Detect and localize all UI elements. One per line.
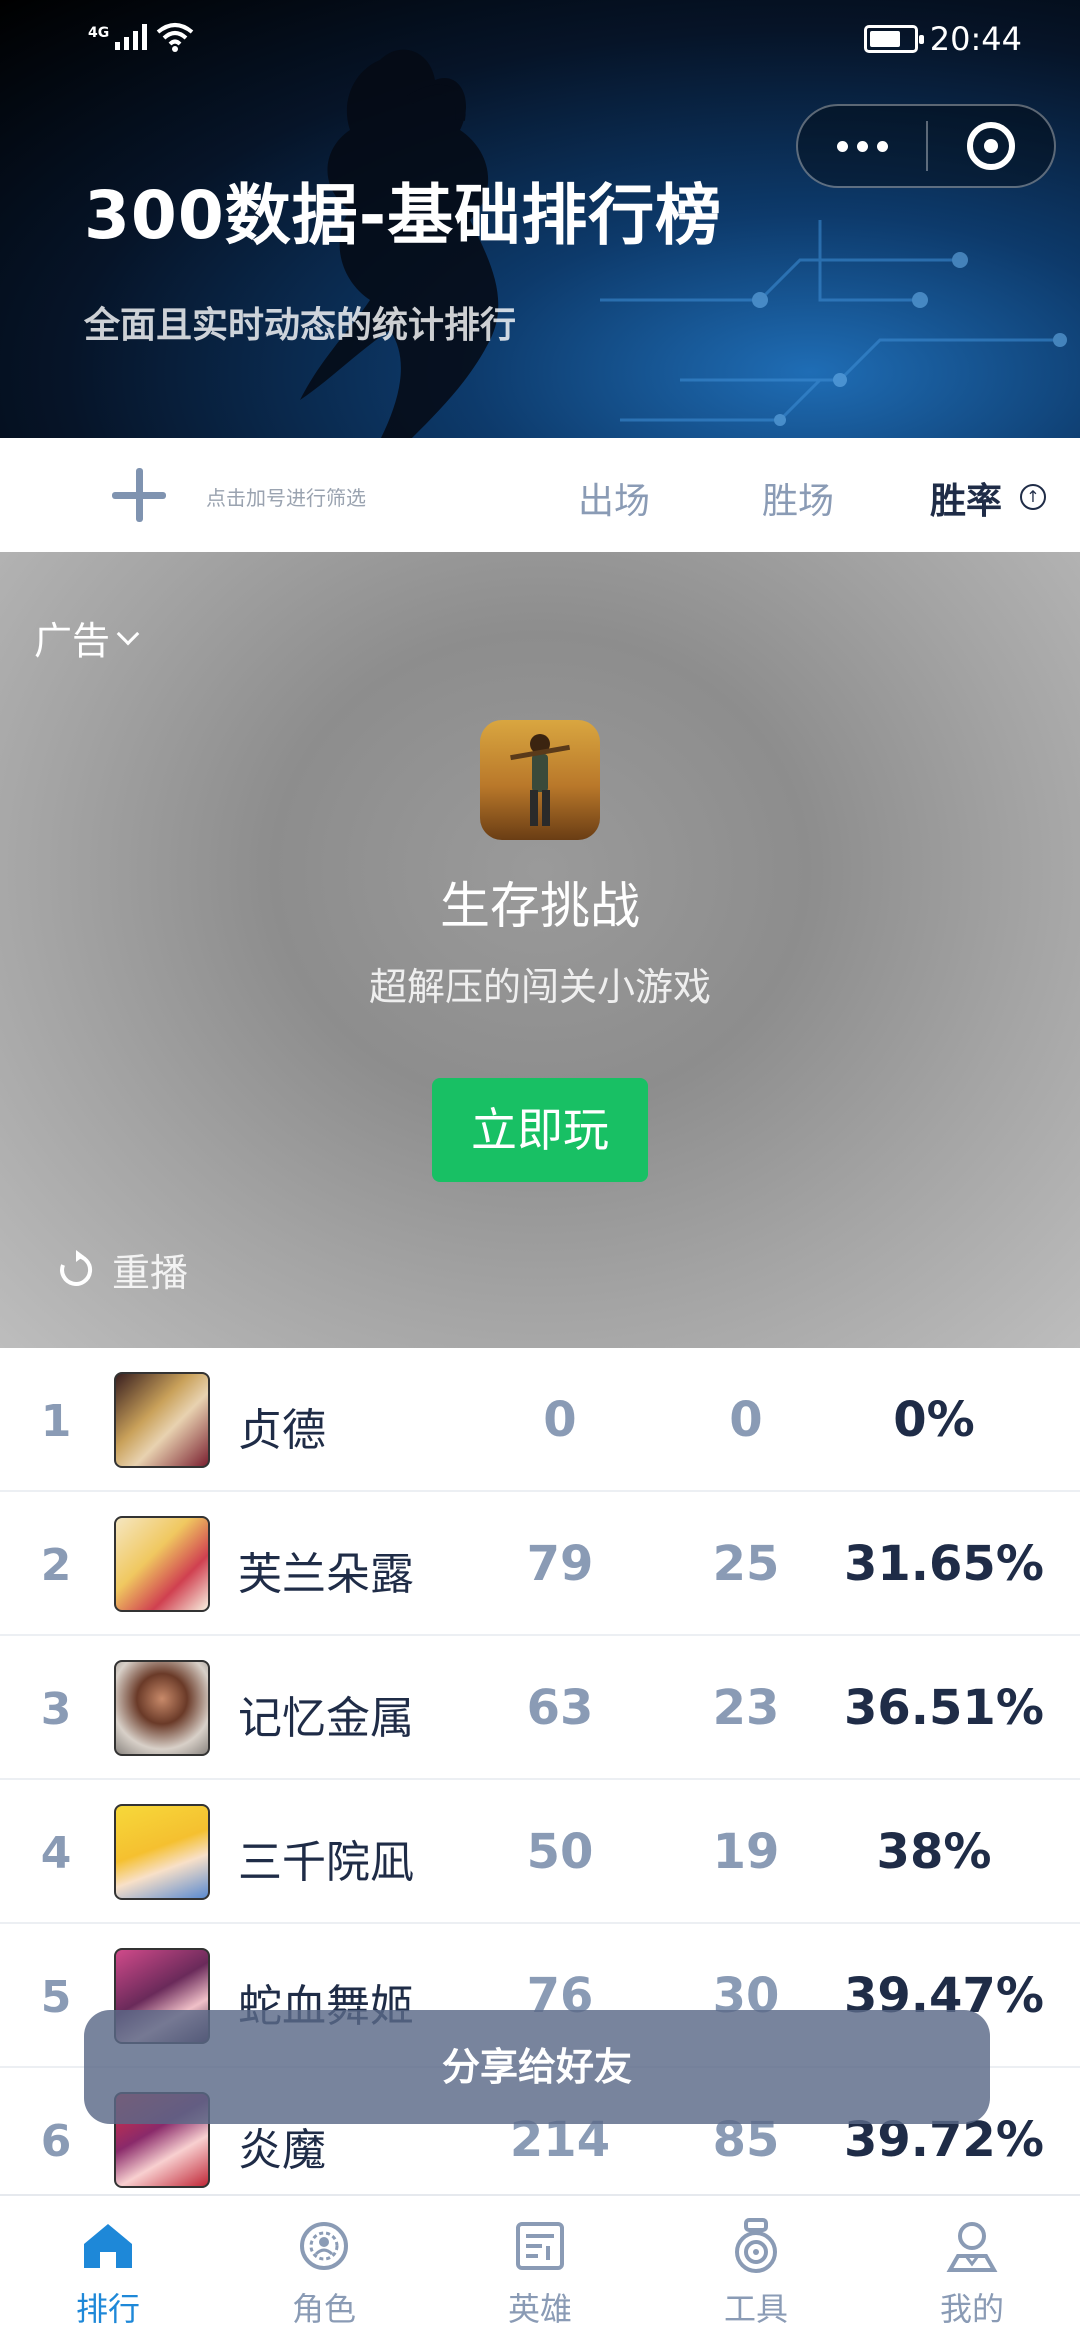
ranking-row[interactable]: 1 贞德 0 0 0% (0, 1348, 1080, 1492)
wins-value: 25 (712, 1536, 780, 1592)
ad-label[interactable]: 广告 (34, 610, 140, 665)
add-filter-button[interactable] (112, 468, 166, 522)
network-status: 4G (88, 22, 195, 52)
tab-ranking[interactable]: 排行 (0, 2196, 216, 2340)
hero-avatar (114, 1660, 210, 1756)
tab-label: 工具 (723, 2290, 788, 2328)
header-banner: 4G 20:44 300数据-基础排行榜 全面且实时动态的统计排行 (0, 0, 1080, 438)
rank-number: 3 (40, 1684, 72, 1735)
winrate-value: 0% (893, 1392, 975, 1448)
ranking-row[interactable]: 2 芙兰朵露 79 25 31.65% (0, 1492, 1080, 1636)
hero-avatar (114, 1516, 210, 1612)
play-now-button[interactable]: 立即玩 (432, 1078, 648, 1182)
wins-value: 0 (729, 1392, 763, 1448)
signal-icon (115, 24, 148, 50)
hero-avatar (114, 1804, 210, 1900)
ranking-row[interactable]: 4 三千院凪 50 19 38% (0, 1780, 1080, 1924)
wifi-icon (156, 23, 194, 52)
winrate-value: 36.51% (844, 1680, 1044, 1736)
hero-avatar (114, 1372, 210, 1468)
appearances-value: 0 (543, 1392, 577, 1448)
hero-name: 贞德 (238, 1405, 326, 1456)
tab-tools[interactable]: 工具 (648, 2196, 864, 2340)
tab-hero[interactable]: 英雄 (432, 2196, 648, 2340)
replay-button[interactable]: 重播 (56, 1242, 188, 1297)
ad-label-text: 广告 (34, 619, 111, 663)
app-page: 4G 20:44 300数据-基础排行榜 全面且实时动态的统计排行 点击加号进行… (0, 0, 1080, 2340)
rank-number: 5 (40, 1972, 72, 2023)
rank-number: 4 (40, 1828, 72, 1879)
page-subtitle: 全面且实时动态的统计排行 (84, 305, 517, 346)
wins-value: 23 (712, 1680, 780, 1736)
ranking-row[interactable]: 3 记忆金属 63 23 36.51% (0, 1636, 1080, 1780)
tab-label: 角色 (291, 2290, 356, 2328)
ad-banner[interactable]: 广告 生存挑战 超解压的闯关小游戏 立即玩 重播 (0, 552, 1080, 1348)
bottom-tab-bar: 排行 角色 英雄 工具 我的 (0, 2194, 1080, 2340)
sort-winrate-tab[interactable]: 胜率 (930, 472, 1002, 524)
winrate-value: 38% (876, 1824, 992, 1880)
hero-name: 记忆金属 (238, 1693, 414, 1744)
game-name: 生存挑战 (440, 877, 640, 935)
winrate-value: 31.65% (844, 1536, 1044, 1592)
share-to-friends-button[interactable]: 分享给好友 (84, 2010, 990, 2124)
tools-icon (735, 2218, 777, 2273)
hero-icon (516, 2222, 564, 2270)
rank-number: 1 (40, 1396, 72, 1447)
tab-mine[interactable]: 我的 (864, 2196, 1080, 2340)
more-dots-icon (836, 140, 848, 152)
clock: 20:44 (929, 20, 1022, 58)
rank-number: 2 (40, 1540, 72, 1591)
chevron-down-icon (116, 622, 140, 645)
replay-label: 重播 (112, 1251, 189, 1295)
tab-label: 我的 (939, 2290, 1004, 2328)
more-menu-button[interactable] (798, 106, 926, 186)
filter-bar: 点击加号进行筛选 出场 胜场 胜率 ↑ (0, 438, 1080, 552)
status-bar: 4G 20:44 (0, 0, 1080, 80)
sort-appearances-tab[interactable]: 出场 (578, 472, 650, 524)
battery-icon (863, 25, 924, 53)
hero-name: 三千院凪 (238, 1837, 414, 1888)
tab-role[interactable]: 角色 (216, 2196, 432, 2340)
appearances-value: 50 (526, 1824, 594, 1880)
tab-label: 排行 (75, 2290, 140, 2328)
tab-label: 英雄 (507, 2290, 572, 2328)
miniprogram-capsule (796, 104, 1056, 188)
arrow-up-circle-icon[interactable]: ↑ (1020, 484, 1046, 510)
network-type: 4G (88, 25, 110, 41)
sort-wins-tab[interactable]: 胜场 (762, 472, 834, 524)
page-title: 300数据-基础排行榜 (84, 177, 723, 254)
wins-value: 19 (712, 1824, 780, 1880)
appearances-value: 79 (526, 1536, 594, 1592)
rank-number: 6 (40, 2116, 72, 2167)
target-icon (967, 122, 1015, 170)
replay-icon (60, 1249, 93, 1286)
survivor-figure-icon (510, 734, 571, 826)
appearances-value: 63 (526, 1680, 594, 1736)
game-icon[interactable] (480, 720, 600, 840)
role-icon (300, 2222, 348, 2270)
game-description: 超解压的闯关小游戏 (368, 965, 711, 1009)
hero-name: 芙兰朵露 (238, 1549, 414, 1600)
profile-icon (946, 2222, 998, 2272)
system-status: 20:44 (863, 20, 1022, 58)
close-miniprogram-button[interactable] (928, 122, 1054, 170)
home-icon (84, 2224, 132, 2268)
filter-hint: 点击加号进行筛选 (206, 486, 366, 510)
